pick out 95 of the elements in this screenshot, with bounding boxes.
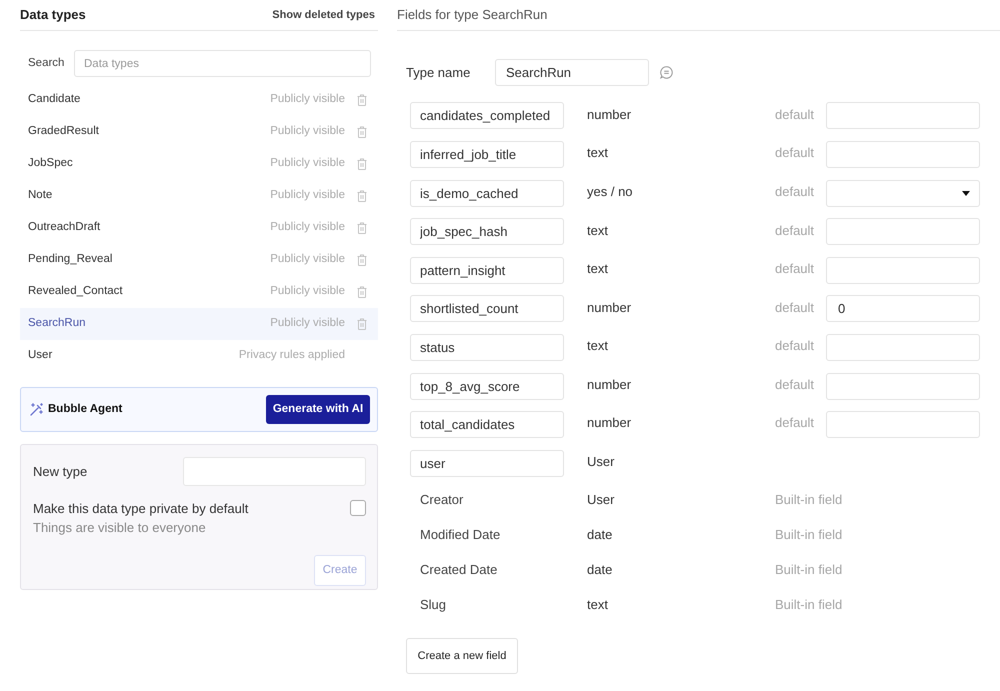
builtin-field-name: Created Date (420, 561, 498, 580)
default-label: default (775, 182, 816, 201)
visibility-label: Publicly visible (270, 284, 345, 300)
trash-icon[interactable] (357, 318, 367, 330)
field-type-label: date (587, 526, 614, 544)
field-name-input[interactable]: total_candidates (410, 411, 564, 438)
default-label: default (775, 222, 816, 240)
field-name-input[interactable]: is_demo_cached (410, 180, 564, 207)
trash-icon[interactable] (357, 94, 367, 106)
builtin-field-name: Slug (420, 596, 448, 614)
default-value-field[interactable] (826, 102, 980, 130)
private-option-label: Make this data type private by default (33, 500, 250, 517)
visibility-label: Publicly visible (270, 316, 345, 332)
comment-icon[interactable] (660, 66, 673, 79)
field-type-label: number (587, 298, 632, 317)
panel-title: Fields for type SearchRun (397, 6, 548, 24)
default-value-field[interactable] (826, 334, 980, 362)
data-type-name: Note (28, 188, 52, 204)
new-type-field[interactable] (183, 457, 366, 486)
data-type-name: Pending_Reveal (28, 252, 112, 268)
search-field[interactable]: Data types (74, 50, 371, 77)
visibility-label: Publicly visible (270, 124, 345, 140)
default-dropdown[interactable] (826, 180, 980, 207)
agent-label: Bubble Agent (48, 402, 122, 417)
magic-wand-icon (30, 403, 43, 416)
default-value-field[interactable] (826, 372, 980, 400)
type-name-field[interactable]: SearchRun (495, 59, 649, 86)
private-option-hint: Things are visible to everyone (33, 519, 207, 536)
field-name-input[interactable]: status (410, 334, 564, 362)
field-type-label: text (587, 596, 609, 614)
trash-icon[interactable] (357, 254, 367, 266)
show-deleted-types-link[interactable]: Show deleted types (272, 6, 375, 24)
visibility-label: Publicly visible (270, 188, 345, 204)
field-type-label: User (587, 491, 616, 510)
generate-with-ai-button[interactable]: Generate with AI (266, 395, 370, 424)
private-checkbox[interactable] (350, 500, 366, 516)
caret-icon (962, 190, 970, 196)
builtin-field-note: Built-in field (775, 561, 842, 580)
visibility-label: Publicly visible (270, 92, 345, 108)
field-type-label: text (587, 144, 609, 162)
panel-title: Data types (20, 6, 86, 24)
trash-icon[interactable] (357, 158, 367, 170)
data-type-name: SearchRun (28, 316, 86, 332)
field-name-input[interactable]: inferred_job_title (410, 141, 564, 168)
default-label: default (775, 298, 816, 317)
field-type-label: text (587, 260, 609, 278)
field-name-input[interactable]: pattern_insight (410, 256, 564, 284)
field-name-input[interactable]: job_spec_hash (410, 218, 564, 246)
search-label: Search (28, 56, 66, 71)
builtin-field-note: Built-in field (775, 596, 842, 614)
data-type-name: JobSpec (28, 156, 73, 172)
default-label: default (775, 106, 816, 124)
field-name-input[interactable]: top_8_avg_score (410, 372, 564, 400)
default-label: default (775, 414, 816, 432)
data-type-name: OutreachDraft (28, 220, 100, 236)
trash-icon[interactable] (357, 190, 367, 202)
field-name-input[interactable]: candidates_completed (410, 102, 564, 130)
field-type-label: number (587, 414, 632, 432)
create-new-field-button[interactable]: Create a new field (406, 638, 518, 674)
visibility-label: Publicly visible (270, 156, 345, 172)
field-name-input[interactable]: shortlisted_count (410, 295, 564, 322)
field-type-label: number (587, 106, 632, 124)
builtin-field-name: Creator (420, 491, 464, 510)
builtin-field-note: Built-in field (775, 526, 842, 544)
field-type-label: yes / no (587, 182, 634, 201)
field-name-input[interactable]: user (410, 450, 564, 477)
field-type-label: text (587, 337, 609, 356)
data-type-name: Candidate (28, 92, 80, 108)
trash-icon[interactable] (357, 222, 367, 234)
default-value-field[interactable] (826, 218, 980, 246)
visibility-label: Publicly visible (270, 220, 345, 236)
default-value-field[interactable] (826, 256, 980, 284)
default-value-field[interactable]: 0 (826, 295, 980, 322)
default-value-field[interactable] (826, 141, 980, 168)
field-type-label: number (587, 376, 632, 394)
visibility-label: Publicly visible (270, 252, 345, 268)
data-type-name: User (28, 348, 52, 364)
new-type-label: New type (33, 462, 88, 481)
default-label: default (775, 144, 816, 162)
visibility-label: Privacy rules applied (238, 348, 345, 364)
default-label: default (775, 260, 816, 278)
data-type-item[interactable]: SearchRun Publicly visible (20, 308, 378, 340)
data-type-name: Revealed_Contact (28, 284, 123, 300)
default-label: default (775, 376, 816, 394)
data-type-name: GradedResult (28, 124, 99, 140)
default-label: default (775, 337, 816, 356)
field-type-label: date (587, 561, 614, 580)
builtin-field-note: Built-in field (775, 491, 842, 510)
default-value-field[interactable] (826, 411, 980, 438)
type-name-label: Type name (406, 64, 472, 82)
field-type-label: User (587, 453, 616, 472)
field-type-label: text (587, 222, 609, 240)
trash-icon[interactable] (357, 126, 367, 138)
trash-icon[interactable] (357, 286, 367, 298)
builtin-field-name: Modified Date (420, 526, 502, 544)
